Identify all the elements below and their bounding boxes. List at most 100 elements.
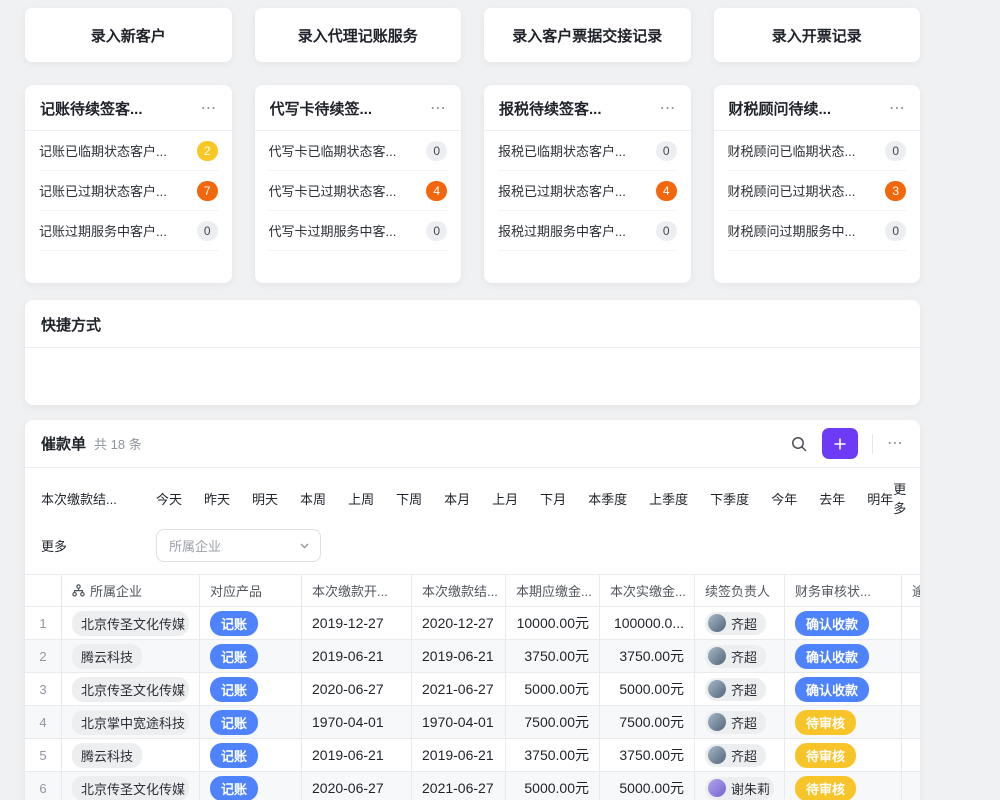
product-cell[interactable]: 记账 [200, 739, 302, 771]
start-date-cell[interactable]: 2019-12-27 [302, 607, 412, 639]
product-cell[interactable]: 记账 [200, 640, 302, 672]
date-filter-option[interactable]: 今年 [771, 489, 797, 508]
company-pill[interactable]: 北京掌中宽途科技 [72, 710, 189, 735]
overdue-cell[interactable] [902, 607, 920, 639]
status-badge[interactable]: 待审核 [795, 776, 856, 800]
more-menu-icon[interactable]: ⋯ [887, 436, 904, 452]
product-cell[interactable]: 记账 [200, 607, 302, 639]
date-filter-option[interactable]: 明天 [252, 489, 278, 508]
date-filter-option[interactable]: 本月 [444, 489, 470, 508]
overdue-cell[interactable] [902, 706, 920, 738]
more-icon[interactable]: ⋯ [889, 101, 906, 117]
stat-list-item[interactable]: 财税顾问已过期状态...3 [728, 171, 907, 211]
enterprise-select[interactable]: 所属企业 [156, 529, 321, 562]
date-filter-option[interactable]: 上季度 [649, 489, 688, 508]
company-pill[interactable]: 北京传圣文化传媒 [72, 677, 189, 702]
amount-due-cell[interactable]: 3750.00元 [506, 640, 600, 672]
amount-due-cell[interactable]: 5000.00元 [506, 772, 600, 800]
table-row[interactable]: 4北京掌中宽途科技记账1970-04-011970-04-017500.00元7… [25, 706, 920, 739]
table-header-cell[interactable]: 本次实缴金... [600, 575, 695, 606]
stat-list-item[interactable]: 报税过期服务中客户...0 [498, 211, 677, 251]
amount-due-cell[interactable]: 5000.00元 [506, 673, 600, 705]
status-badge[interactable]: 确认收款 [795, 677, 869, 702]
product-pill[interactable]: 记账 [210, 776, 258, 800]
product-cell[interactable]: 记账 [200, 673, 302, 705]
table-header-cell[interactable]: 财务审核状... [785, 575, 902, 606]
more-icon[interactable]: ⋯ [430, 101, 447, 117]
table-row[interactable]: 6北京传圣文化传媒记账2020-06-272021-06-275000.00元5… [25, 772, 920, 800]
owner-cell[interactable]: 齐超 [695, 607, 785, 639]
company-cell[interactable]: 北京传圣文化传媒 [62, 673, 200, 705]
owner-cell[interactable]: 谢朱莉 [695, 772, 785, 800]
company-pill[interactable]: 腾云科技 [72, 743, 142, 768]
quick-action-button-3[interactable]: 录入客户票据交接记录 [484, 8, 691, 62]
date-filter-option[interactable]: 本周 [300, 489, 326, 508]
company-cell[interactable]: 腾云科技 [62, 739, 200, 771]
table-header-cell[interactable]: 本次缴款结... [412, 575, 506, 606]
company-pill[interactable]: 腾云科技 [72, 644, 142, 669]
search-icon[interactable] [790, 435, 808, 453]
date-filter-option[interactable]: 下月 [540, 489, 566, 508]
table-header-cell[interactable]: 续签负责人 [695, 575, 785, 606]
table-header-cell[interactable]: 本次缴款开... [302, 575, 412, 606]
date-filter-option[interactable]: 今天 [156, 489, 182, 508]
end-date-cell[interactable]: 2020-12-27 [412, 607, 506, 639]
owner-cell[interactable]: 齐超 [695, 706, 785, 738]
owner-pill[interactable]: 齐超 [705, 744, 766, 767]
table-header-cell[interactable]: 对应产品 [200, 575, 302, 606]
start-date-cell[interactable]: 2020-06-27 [302, 772, 412, 800]
company-pill[interactable]: 北京传圣文化传媒 [72, 776, 189, 800]
company-cell[interactable]: 腾云科技 [62, 640, 200, 672]
quick-action-button-4[interactable]: 录入开票记录 [714, 8, 921, 62]
date-filter-option[interactable]: 上周 [348, 489, 374, 508]
stat-list-item[interactable]: 报税已临期状态客户...0 [498, 131, 677, 171]
finance-status-cell[interactable]: 确认收款 [785, 640, 902, 672]
date-filter-option[interactable]: 去年 [819, 489, 845, 508]
owner-pill[interactable]: 齐超 [705, 678, 766, 701]
stat-list-item[interactable]: 代写卡过期服务中客...0 [269, 211, 448, 251]
start-date-cell[interactable]: 2020-06-27 [302, 673, 412, 705]
date-filter-option[interactable]: 明年 [867, 489, 893, 508]
status-badge[interactable]: 确认收款 [795, 644, 869, 669]
start-date-cell[interactable]: 2019-06-21 [302, 739, 412, 771]
end-date-cell[interactable]: 2019-06-21 [412, 640, 506, 672]
finance-status-cell[interactable]: 确认收款 [785, 607, 902, 639]
date-filter-more-link[interactable]: 更多 [893, 479, 906, 517]
product-pill[interactable]: 记账 [210, 644, 258, 669]
company-cell[interactable]: 北京掌中宽途科技 [62, 706, 200, 738]
owner-pill[interactable]: 齐超 [705, 711, 766, 734]
add-record-button[interactable] [822, 428, 858, 459]
status-badge[interactable]: 确认收款 [795, 611, 869, 636]
owner-pill[interactable]: 齐超 [705, 645, 766, 668]
overdue-cell[interactable] [902, 739, 920, 771]
owner-pill[interactable]: 谢朱莉 [705, 777, 774, 800]
date-filter-option[interactable]: 昨天 [204, 489, 230, 508]
end-date-cell[interactable]: 2021-06-27 [412, 673, 506, 705]
quick-action-button-1[interactable]: 录入新客户 [25, 8, 232, 62]
overdue-cell[interactable] [902, 772, 920, 800]
stat-list-item[interactable]: 代写卡已过期状态客...4 [269, 171, 448, 211]
stat-list-item[interactable]: 记账过期服务中客户...0 [39, 211, 218, 251]
table-row[interactable]: 5腾云科技记账2019-06-212019-06-213750.00元3750.… [25, 739, 920, 772]
table-header-cell[interactable]: 所属企业 [62, 575, 200, 606]
date-filter-option[interactable]: 下季度 [710, 489, 749, 508]
finance-status-cell[interactable]: 待审核 [785, 706, 902, 738]
owner-cell[interactable]: 齐超 [695, 640, 785, 672]
quick-action-button-2[interactable]: 录入代理记账服务 [255, 8, 462, 62]
overdue-cell[interactable] [902, 673, 920, 705]
amount-paid-cell[interactable]: 7500.00元 [600, 706, 695, 738]
table-row[interactable]: 1北京传圣文化传媒记账2019-12-272020-12-2710000.00元… [25, 607, 920, 640]
product-cell[interactable]: 记账 [200, 706, 302, 738]
finance-status-cell[interactable]: 待审核 [785, 739, 902, 771]
stat-list-item[interactable]: 记账已过期状态客户...7 [39, 171, 218, 211]
date-filter-option[interactable]: 上月 [492, 489, 518, 508]
finance-status-cell[interactable]: 确认收款 [785, 673, 902, 705]
more-icon[interactable]: ⋯ [660, 101, 677, 117]
end-date-cell[interactable]: 2021-06-27 [412, 772, 506, 800]
end-date-cell[interactable]: 1970-04-01 [412, 706, 506, 738]
stat-list-item[interactable]: 代写卡已临期状态客...0 [269, 131, 448, 171]
product-pill[interactable]: 记账 [210, 710, 258, 735]
table-header-cell[interactable] [25, 575, 62, 606]
start-date-cell[interactable]: 2019-06-21 [302, 640, 412, 672]
amount-due-cell[interactable]: 3750.00元 [506, 739, 600, 771]
